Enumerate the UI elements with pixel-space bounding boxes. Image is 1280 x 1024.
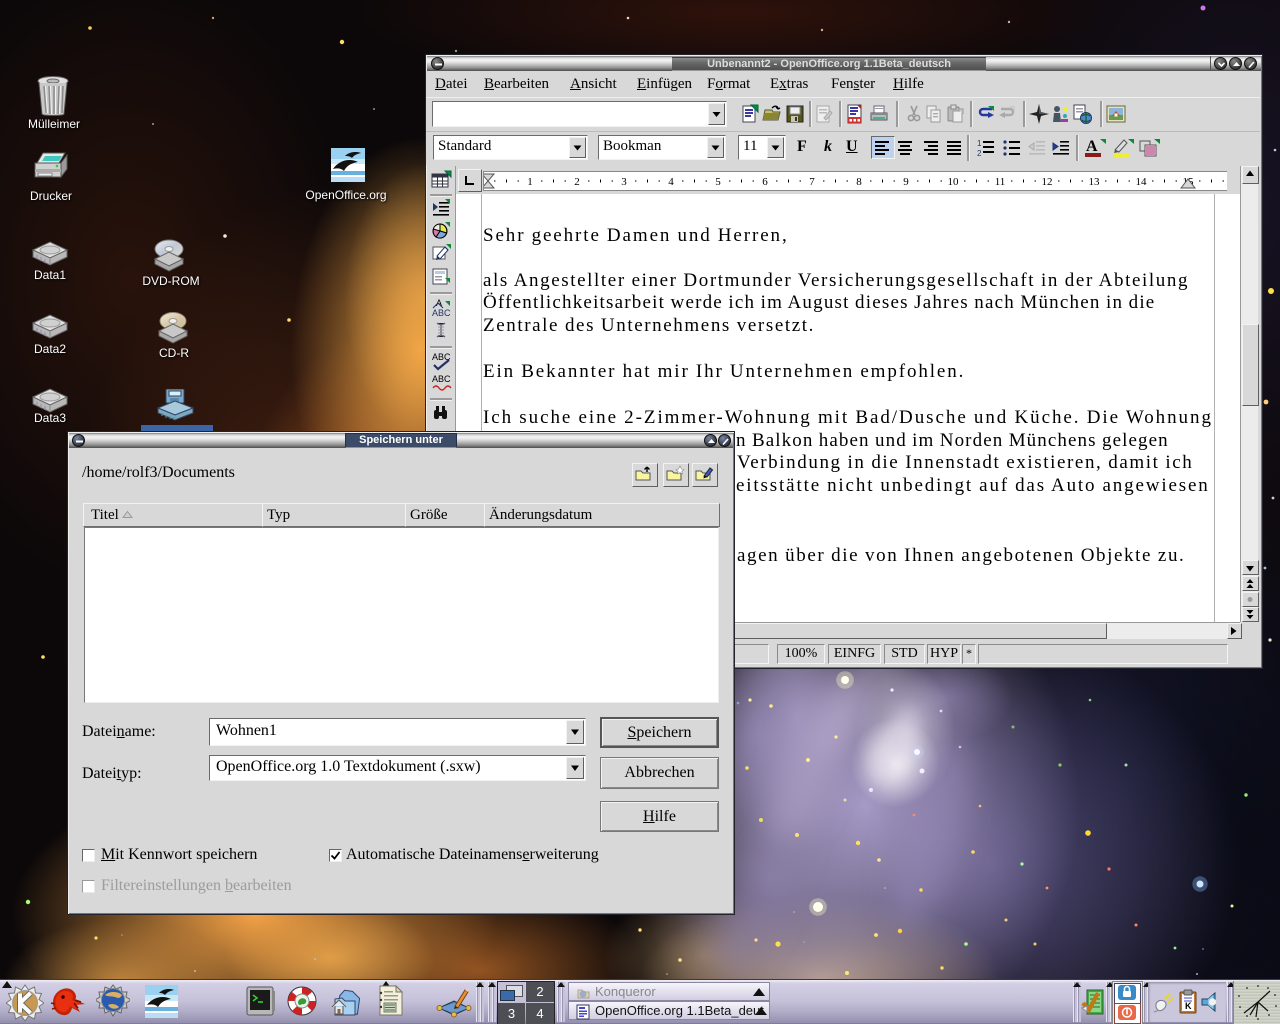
svg-text:ABC: ABC [432, 374, 451, 384]
svg-text:ABC: ABC [432, 308, 451, 318]
svg-text:K: K [1185, 1001, 1192, 1011]
svg-text:A: A [1086, 138, 1098, 155]
svg-text:1: 1 [977, 139, 982, 148]
svg-text:2: 2 [977, 149, 982, 158]
